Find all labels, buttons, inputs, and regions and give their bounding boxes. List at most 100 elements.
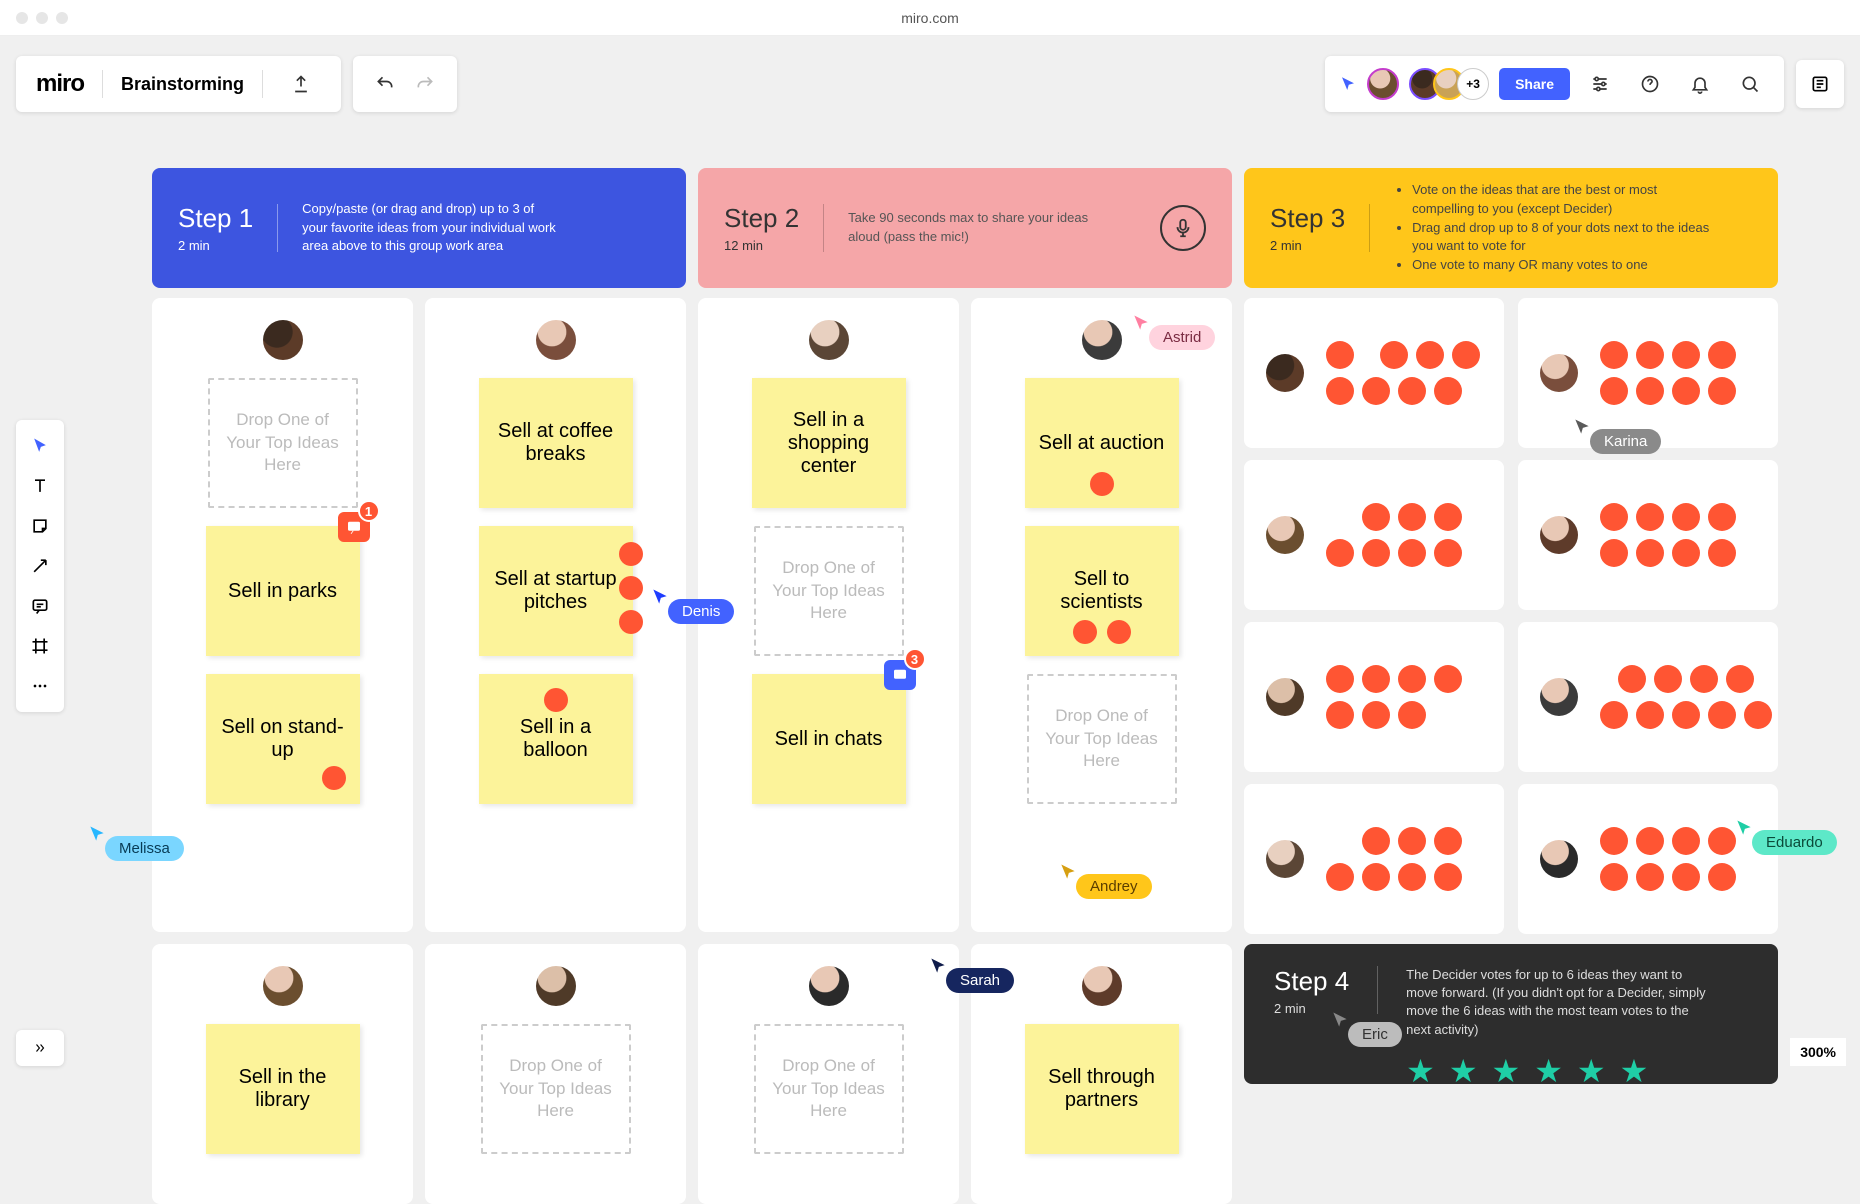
vote-card[interactable] xyxy=(1244,784,1504,934)
board-title[interactable]: Brainstorming xyxy=(121,74,244,95)
idea-column[interactable]: Drop One of Your Top Ideas Here Sell in … xyxy=(152,298,413,932)
user-avatar xyxy=(263,320,303,360)
search-button[interactable] xyxy=(1730,64,1770,104)
comment-count-badge: 1 xyxy=(358,500,380,522)
step3-li: One vote to many OR many votes to one xyxy=(1412,256,1714,275)
vote-card[interactable] xyxy=(1518,622,1778,772)
star-icon[interactable]: ★ xyxy=(1449,1049,1478,1094)
divider xyxy=(262,70,263,98)
sticky-text: Sell on stand-up xyxy=(216,716,350,762)
user-avatar xyxy=(1540,354,1578,392)
sticky-note[interactable]: Sell at auction xyxy=(1025,378,1179,508)
divider xyxy=(1369,204,1370,252)
user-avatar xyxy=(263,966,303,1006)
cursor-label: Astrid xyxy=(1149,325,1215,350)
undo-redo-card xyxy=(353,56,457,112)
comment-icon[interactable]: 1 xyxy=(338,512,370,542)
canvas[interactable]: Step 1 2 min Copy/paste (or drag and dro… xyxy=(0,130,1860,1080)
idea-column[interactable]: Sell at auction Sell to scientists Drop … xyxy=(971,298,1232,932)
cursor-label: Eric xyxy=(1348,1022,1402,1047)
vote-dot[interactable] xyxy=(619,576,643,600)
vote-dot[interactable] xyxy=(322,766,346,790)
vote-card[interactable] xyxy=(1244,298,1504,448)
step2-header[interactable]: Step 2 12 min Take 90 seconds max to sha… xyxy=(698,168,1232,288)
vote-dot[interactable] xyxy=(1107,620,1131,644)
drop-zone[interactable]: Drop One of Your Top Ideas Here xyxy=(481,1024,631,1154)
user-avatar xyxy=(1266,354,1304,392)
step3-time: 2 min xyxy=(1270,238,1345,253)
step3-header[interactable]: Step 3 2 min Vote on the ideas that are … xyxy=(1244,168,1778,288)
idea-column[interactable]: Sell in the library xyxy=(152,944,413,1204)
settings-button[interactable] xyxy=(1580,64,1620,104)
drop-zone[interactable]: Drop One of Your Top Ideas Here xyxy=(208,378,358,508)
idea-column[interactable]: Sell in a shopping center Drop One of Yo… xyxy=(698,298,959,932)
cursor-label: Karina xyxy=(1590,429,1661,454)
notifications-button[interactable] xyxy=(1680,64,1720,104)
step4-header[interactable]: Step 4 2 min The Decider votes for up to… xyxy=(1244,944,1778,1084)
share-button[interactable]: Share xyxy=(1499,68,1570,100)
sticky-note[interactable]: Sell through partners xyxy=(1025,1024,1179,1154)
cursor-astrid: Astrid xyxy=(1131,313,1215,350)
step2-title: Step 2 xyxy=(724,203,799,234)
star-icon[interactable]: ★ xyxy=(1534,1049,1563,1094)
comment-icon[interactable]: 3 xyxy=(884,660,916,690)
step4-title: Step 4 xyxy=(1274,966,1349,997)
sticky-note[interactable]: Sell in parks 1 xyxy=(206,526,360,656)
presence-overflow[interactable]: +3 xyxy=(1457,68,1489,100)
vote-card[interactable] xyxy=(1244,622,1504,772)
sticky-text: Sell in a balloon xyxy=(489,716,623,762)
presence-avatar[interactable] xyxy=(1367,68,1399,100)
sticky-text: Sell in chats xyxy=(775,728,883,751)
drop-zone[interactable]: Drop One of Your Top Ideas Here xyxy=(754,1024,904,1154)
vote-dot[interactable] xyxy=(544,688,568,712)
step1-header[interactable]: Step 1 2 min Copy/paste (or drag and dro… xyxy=(152,168,686,288)
redo-button[interactable] xyxy=(405,64,445,104)
user-avatar xyxy=(1082,966,1122,1006)
maximize-window-icon[interactable] xyxy=(56,12,68,24)
cursor-melissa: Melissa xyxy=(87,824,184,861)
user-avatar xyxy=(1266,840,1304,878)
cursor-karina: Karina xyxy=(1572,417,1661,454)
step3-li: Drag and drop up to 8 of your dots next … xyxy=(1412,219,1714,257)
export-button[interactable] xyxy=(281,64,321,104)
star-icon[interactable]: ★ xyxy=(1620,1049,1649,1094)
vote-card[interactable] xyxy=(1244,460,1504,610)
minimize-window-icon[interactable] xyxy=(36,12,48,24)
sticky-note[interactable]: Sell on stand-up xyxy=(206,674,360,804)
drop-zone[interactable]: Drop One of Your Top Ideas Here xyxy=(1027,674,1177,804)
browser-chrome: miro.com xyxy=(0,0,1860,36)
vote-dot[interactable] xyxy=(1073,620,1097,644)
sticky-note[interactable]: Sell to scientists xyxy=(1025,526,1179,656)
vote-card[interactable] xyxy=(1518,784,1778,934)
address-bar[interactable]: miro.com xyxy=(901,10,959,26)
idea-column[interactable]: Drop One of Your Top Ideas Here xyxy=(698,944,959,1204)
miro-logo[interactable]: miro xyxy=(36,70,84,98)
vote-dot[interactable] xyxy=(1090,472,1114,496)
cursor-eric: Eric xyxy=(1330,1010,1402,1047)
sticky-note[interactable]: Sell at coffee breaks xyxy=(479,378,633,508)
presence-card: +3 Share xyxy=(1325,56,1784,112)
cursor-label: Sarah xyxy=(946,968,1014,993)
sticky-note[interactable]: Sell at startup pitches xyxy=(479,526,633,656)
presence-avatar-group[interactable]: +3 xyxy=(1409,68,1489,100)
user-avatar xyxy=(809,966,849,1006)
close-window-icon[interactable] xyxy=(16,12,28,24)
star-icon[interactable]: ★ xyxy=(1406,1049,1435,1094)
idea-column[interactable]: Drop One of Your Top Ideas Here xyxy=(425,944,686,1204)
help-button[interactable] xyxy=(1630,64,1670,104)
sticky-note[interactable]: Sell in chats 3 xyxy=(752,674,906,804)
sticky-note[interactable]: Sell in the library xyxy=(206,1024,360,1154)
vote-dot[interactable] xyxy=(619,542,643,566)
cursor-label: Melissa xyxy=(105,836,184,861)
sticky-note[interactable]: Sell in a shopping center xyxy=(752,378,906,508)
star-icon[interactable]: ★ xyxy=(1492,1049,1521,1094)
comments-panel-button[interactable] xyxy=(1796,60,1844,108)
sticky-note[interactable]: Sell in a balloon xyxy=(479,674,633,804)
star-icon[interactable]: ★ xyxy=(1577,1049,1606,1094)
idea-column[interactable]: Sell at coffee breaks Sell at startup pi… xyxy=(425,298,686,932)
vote-card[interactable] xyxy=(1518,460,1778,610)
vote-dot[interactable] xyxy=(619,610,643,634)
drop-zone[interactable]: Drop One of Your Top Ideas Here xyxy=(754,526,904,656)
step2-desc: Take 90 seconds max to share your ideas … xyxy=(848,209,1108,247)
undo-button[interactable] xyxy=(365,64,405,104)
